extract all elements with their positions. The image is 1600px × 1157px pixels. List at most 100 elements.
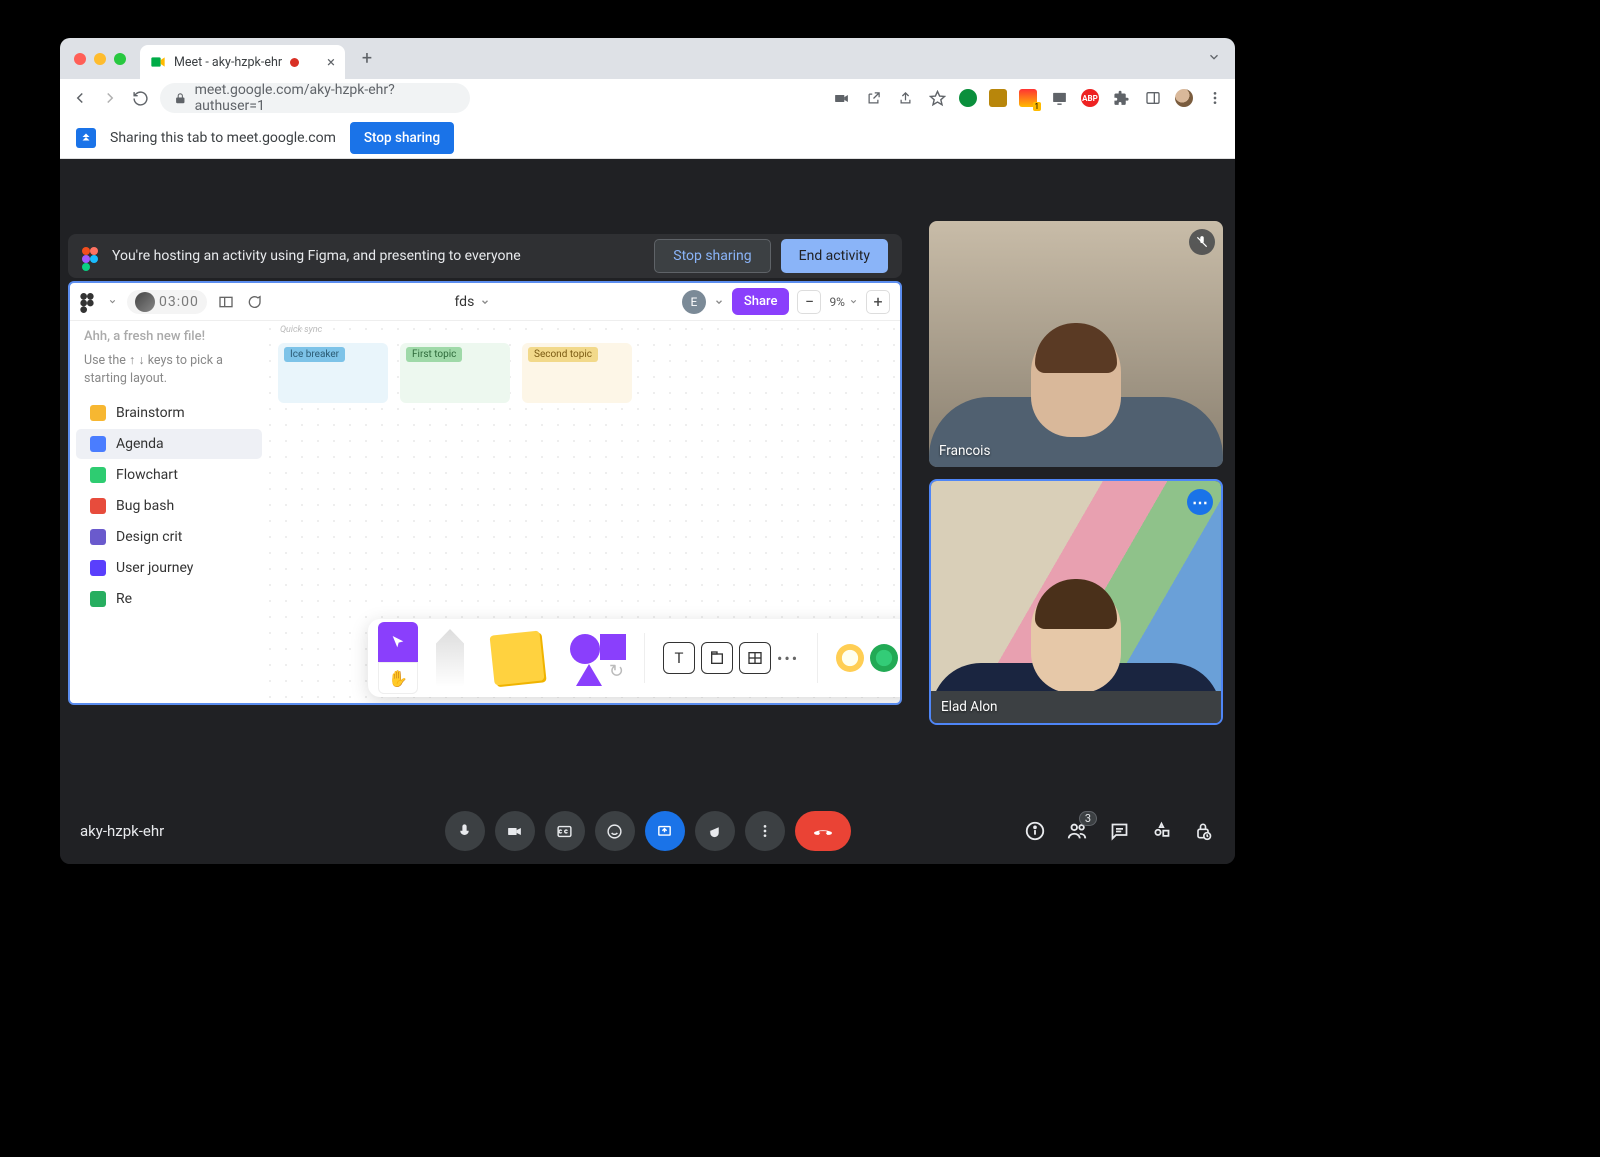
figma-share-button[interactable]: Share xyxy=(732,288,790,315)
template-item[interactable]: Brainstorm xyxy=(76,398,262,428)
sidepanel-icon[interactable] xyxy=(1143,88,1163,108)
activity-end-button[interactable]: End activity xyxy=(781,239,888,273)
zoom-level[interactable]: 9% xyxy=(829,295,858,309)
minimize-window-icon[interactable] xyxy=(94,53,106,65)
ext-abp-icon[interactable]: ABP xyxy=(1081,89,1099,107)
tabs-menu-icon[interactable] xyxy=(1207,49,1221,68)
people-button[interactable]: 3 xyxy=(1065,819,1089,843)
participant-tile[interactable]: Francois xyxy=(929,221,1223,467)
template-item[interactable]: Flowchart xyxy=(76,460,262,490)
canvas-card[interactable]: Second topic xyxy=(522,343,632,403)
profile-avatar-icon[interactable] xyxy=(1175,89,1193,107)
chevron-down-icon[interactable] xyxy=(714,297,724,307)
ext-books-icon[interactable] xyxy=(989,89,1007,107)
template-item[interactable]: Bug bash xyxy=(76,491,262,521)
comment-icon[interactable] xyxy=(245,293,263,311)
more-options-button[interactable] xyxy=(745,811,785,851)
activities-button[interactable] xyxy=(1149,819,1173,843)
doc-title[interactable]: fds xyxy=(454,294,490,310)
text-tool[interactable]: T xyxy=(663,642,695,674)
figjam-canvas[interactable]: Quick sync Ice breaker First topic Secon… xyxy=(268,321,900,703)
sticky-note-tool[interactable] xyxy=(490,631,545,686)
zoom-out-button[interactable]: − xyxy=(797,290,821,314)
reload-button[interactable] xyxy=(130,88,150,108)
activity-stop-sharing-button[interactable]: Stop sharing xyxy=(654,239,770,273)
back-button[interactable] xyxy=(70,88,90,108)
forward-button[interactable] xyxy=(100,88,120,108)
tab-title: Meet - aky-hzpk-ehr xyxy=(174,55,282,70)
url-text: meet.google.com/aky-hzpk-ehr?authuser=1 xyxy=(195,82,456,114)
chrome-tabstrip: Meet - aky-hzpk-ehr × + xyxy=(60,38,1235,79)
bookmark-star-icon[interactable] xyxy=(927,88,947,108)
timer-widget[interactable]: 03:00 xyxy=(127,290,207,314)
captions-button[interactable] xyxy=(545,811,585,851)
tab-share-text: Sharing this tab to meet.google.com xyxy=(110,130,336,146)
table-tool[interactable] xyxy=(739,642,771,674)
meet-favicon-icon xyxy=(150,54,166,70)
sticker-tool[interactable] xyxy=(870,644,898,672)
section-tool[interactable] xyxy=(701,642,733,674)
hand-tool[interactable]: ✋ xyxy=(378,662,418,694)
camera-button[interactable] xyxy=(495,811,535,851)
host-controls-button[interactable] xyxy=(1191,819,1215,843)
maximize-window-icon[interactable] xyxy=(114,53,126,65)
reactions-button[interactable] xyxy=(595,811,635,851)
tab-share-banner: Sharing this tab to meet.google.com Stop… xyxy=(60,117,1235,159)
template-item[interactable]: Re xyxy=(76,584,262,614)
present-button[interactable] xyxy=(645,811,685,851)
meet-body: You're hosting an activity using Figma, … xyxy=(60,159,1235,864)
activity-banner: You're hosting an activity using Figma, … xyxy=(68,234,902,278)
ext-screen-icon[interactable] xyxy=(1049,88,1069,108)
browser-tab[interactable]: Meet - aky-hzpk-ehr × xyxy=(140,45,345,79)
close-tab-icon[interactable]: × xyxy=(327,53,335,71)
window-controls xyxy=(60,53,140,65)
kebab-menu-icon[interactable] xyxy=(1205,88,1225,108)
meet-controls: aky-hzpk-ehr 3 xyxy=(60,798,1235,864)
select-tool[interactable] xyxy=(378,622,418,662)
marker-tool[interactable] xyxy=(436,629,464,687)
muted-icon xyxy=(1189,229,1215,255)
chevron-down-icon[interactable] xyxy=(108,297,117,306)
participant-tile-self[interactable]: ⋯ Elad Alon xyxy=(929,479,1223,725)
figma-icon xyxy=(82,247,100,265)
template-item[interactable]: Design crit xyxy=(76,522,262,552)
template-label: Brainstorm xyxy=(116,405,185,421)
figjam-menu-icon[interactable] xyxy=(80,293,98,311)
template-item[interactable]: Agenda xyxy=(76,429,262,459)
figjam-toolbar: ✋ ↻ T ••• xyxy=(368,619,902,697)
template-icon xyxy=(90,529,106,545)
template-item[interactable]: User journey xyxy=(76,553,262,583)
timer-value: 03:00 xyxy=(159,294,199,310)
stop-sharing-tab-button[interactable]: Stop sharing xyxy=(350,122,454,154)
open-external-icon[interactable] xyxy=(863,88,883,108)
collaborator-avatar[interactable]: E xyxy=(682,290,706,314)
stamp-tool[interactable] xyxy=(836,644,864,672)
frame-nav-icon[interactable] xyxy=(217,293,235,311)
leave-call-button[interactable] xyxy=(795,811,851,851)
raise-hand-button[interactable] xyxy=(695,811,735,851)
meeting-code: aky-hzpk-ehr xyxy=(80,822,164,840)
sidebar-hint: Use the ↑ ↓ keys to pick a starting layo… xyxy=(70,352,268,397)
camera-indicator-icon[interactable] xyxy=(831,88,851,108)
share-icon[interactable] xyxy=(895,88,915,108)
extensions-puzzle-icon[interactable] xyxy=(1111,88,1131,108)
template-icon xyxy=(90,436,106,452)
mic-button[interactable] xyxy=(445,811,485,851)
canvas-card[interactable]: Ice breaker xyxy=(278,343,388,403)
canvas-card[interactable]: First topic xyxy=(400,343,510,403)
new-tab-button[interactable]: + xyxy=(353,45,381,73)
more-tools-button[interactable]: ••• xyxy=(777,649,799,668)
template-icon xyxy=(90,467,106,483)
shapes-tool[interactable]: ↻ xyxy=(570,630,626,686)
recording-icon xyxy=(290,58,299,67)
chevron-down-icon xyxy=(480,297,490,307)
tile-more-icon[interactable]: ⋯ xyxy=(1187,489,1213,515)
address-bar[interactable]: meet.google.com/aky-hzpk-ehr?authuser=1 xyxy=(160,83,470,113)
chat-button[interactable] xyxy=(1107,819,1131,843)
ext-shield-icon[interactable] xyxy=(959,89,977,107)
timer-icon xyxy=(135,292,155,312)
ext-scissors-icon[interactable]: 1 xyxy=(1019,89,1037,107)
close-window-icon[interactable] xyxy=(74,53,86,65)
zoom-in-button[interactable]: + xyxy=(866,290,890,314)
info-button[interactable] xyxy=(1023,819,1047,843)
